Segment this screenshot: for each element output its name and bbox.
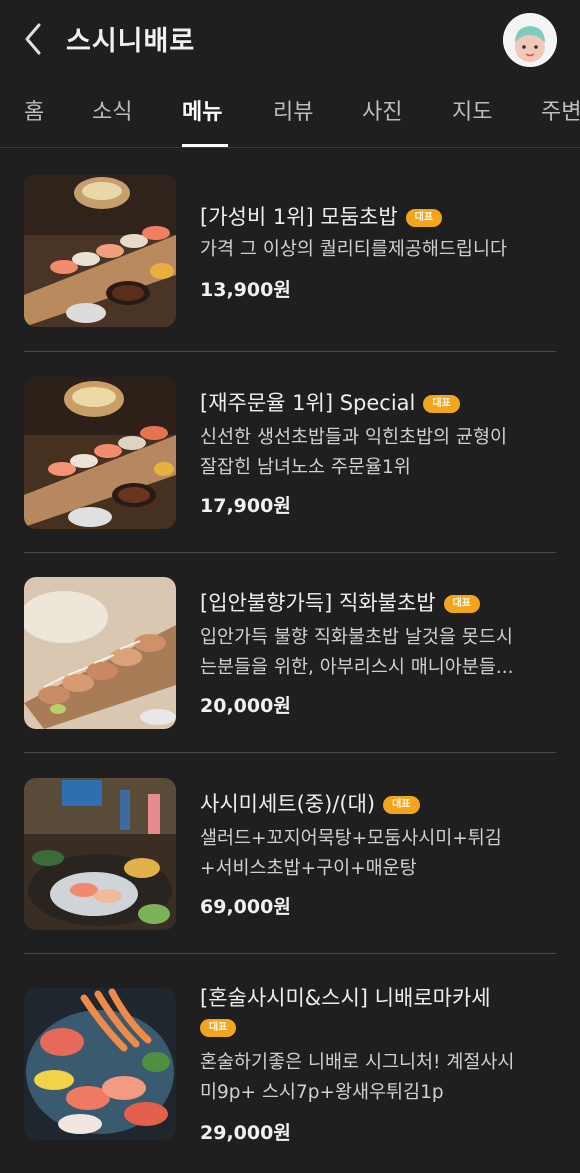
tab-home[interactable]: 홈 bbox=[24, 94, 44, 126]
top-bar: 스시니배로 bbox=[0, 0, 580, 78]
menu-item-price: 20,000원 bbox=[200, 695, 291, 717]
menu-item[interactable]: [재주문율 1위] Special 대표 신선한 생선초밥들과 익힌초밥의 균형이… bbox=[24, 351, 556, 551]
tab-nearby[interactable]: 주변 bbox=[541, 94, 580, 126]
menu-item-price: 17,900원 bbox=[200, 495, 291, 517]
menu-item-name: [가성비 1위] 모둠초밥 대표 bbox=[200, 201, 443, 231]
menu-item-description: 가격 그 이상의 퀄리티를제공해드립니다 bbox=[200, 235, 556, 265]
menu-item-image bbox=[24, 577, 176, 729]
menu-item-title: 사시미세트(중)/(대) bbox=[200, 792, 376, 816]
menu-item-title: [입안불향가득] 직화불초밥 bbox=[200, 591, 436, 615]
menu-item-description: 신선한 생선초밥들과 익힌초밥의 균형이 잘잡힌 남녀노소 주문율1위 bbox=[200, 423, 556, 483]
chevron-left-icon bbox=[23, 23, 43, 55]
page-title: 스시니배로 bbox=[66, 26, 196, 57]
menu-item-image bbox=[24, 778, 176, 930]
description-line: 잘잡힌 남녀노소 주문율1위 bbox=[200, 457, 411, 478]
tab-photos[interactable]: 사진 bbox=[362, 94, 402, 126]
tab-news[interactable]: 소식 bbox=[92, 94, 132, 126]
menu-item[interactable]: [입안불향가득] 직화불초밥 대표 입안가득 불향 직화불초밥 날것을 못드시 는… bbox=[24, 551, 556, 751]
description-line: 혼술하기좋은 니배로 시그니처! 계절사시 bbox=[200, 1052, 515, 1073]
menu-item-description: 샐러드+꼬지어묵탕+모둠사시미+튀김 +서비스초밥+구이+매운탕 bbox=[200, 824, 556, 884]
description-line: 가격 그 이상의 퀄리티를제공해드립니다 bbox=[200, 239, 507, 260]
menu-item-name: [입안불향가득] 직화불초밥 대표 bbox=[200, 587, 480, 617]
signature-badge: 대표 bbox=[423, 395, 460, 413]
menu-item-title: [재주문율 1위] Special bbox=[200, 391, 416, 415]
menu-item-image bbox=[24, 377, 176, 529]
menu-item-price: 13,900원 bbox=[200, 279, 291, 301]
tab-reviews[interactable]: 리뷰 bbox=[273, 94, 313, 126]
menu-item-name: 사시미세트(중)/(대) 대표 bbox=[200, 788, 420, 818]
signature-badge: 대표 bbox=[383, 796, 420, 814]
menu-item-name: [재주문율 1위] Special 대표 bbox=[200, 387, 460, 417]
signature-badge: 대표 bbox=[443, 595, 480, 613]
menu-item-image bbox=[24, 175, 176, 327]
menu-item[interactable]: [가성비 1위] 모둠초밥 대표 가격 그 이상의 퀄리티를제공해드립니다 13,… bbox=[24, 149, 556, 349]
menu-item-price: 69,000원 bbox=[200, 896, 291, 918]
description-line: 는분들을 위한, 아부리스시 매니아분들... bbox=[200, 657, 514, 678]
description-line: 미9p+ 스시7p+왕새우튀김1p bbox=[200, 1082, 444, 1103]
avatar[interactable] bbox=[503, 13, 557, 67]
menu-item[interactable]: 사시미세트(중)/(대) 대표 샐러드+꼬지어묵탕+모둠사시미+튀김 +서비스초밥… bbox=[24, 752, 556, 952]
menu-item-title: [가성비 1위] 모둠초밥 bbox=[200, 205, 398, 229]
menu-item-title: [혼술사시미&스시] 니배로마카세 bbox=[200, 986, 491, 1010]
menu-item-name: [혼술사시미&스시] 니배로마카세 bbox=[200, 982, 491, 1012]
signature-badge: 대표 bbox=[405, 209, 443, 227]
description-line: 입안가득 불향 직화불초밥 날것을 못드시 bbox=[200, 627, 513, 648]
description-line: +서비스초밥+구이+매운탕 bbox=[200, 858, 417, 879]
menu-item-description: 입안가득 불향 직화불초밥 날것을 못드시 는분들을 위한, 아부리스시 매니아… bbox=[200, 623, 556, 683]
menu-item-image bbox=[24, 988, 176, 1140]
tab-bar: 홈 소식 메뉴 리뷰 사진 지도 주변 bbox=[0, 78, 580, 148]
description-line: 샐러드+꼬지어묵탕+모둠사시미+튀김 bbox=[200, 828, 502, 849]
menu-item-description: 혼술하기좋은 니배로 시그니처! 계절사시 미9p+ 스시7p+왕새우튀김1p bbox=[200, 1048, 556, 1108]
divider bbox=[24, 953, 556, 954]
menu-item[interactable]: [혼술사시미&스시] 니배로마카세 대표 혼술하기좋은 니배로 시그니처! 계절… bbox=[24, 962, 556, 1162]
signature-badge: 대표 bbox=[200, 1019, 237, 1037]
tab-map[interactable]: 지도 bbox=[452, 94, 492, 126]
active-tab-indicator bbox=[182, 144, 228, 147]
menu-item-price: 29,000원 bbox=[200, 1122, 291, 1144]
tab-menu[interactable]: 메뉴 bbox=[182, 94, 222, 126]
back-button[interactable] bbox=[18, 22, 48, 56]
description-line: 신선한 생선초밥들과 익힌초밥의 균형이 bbox=[200, 427, 507, 448]
